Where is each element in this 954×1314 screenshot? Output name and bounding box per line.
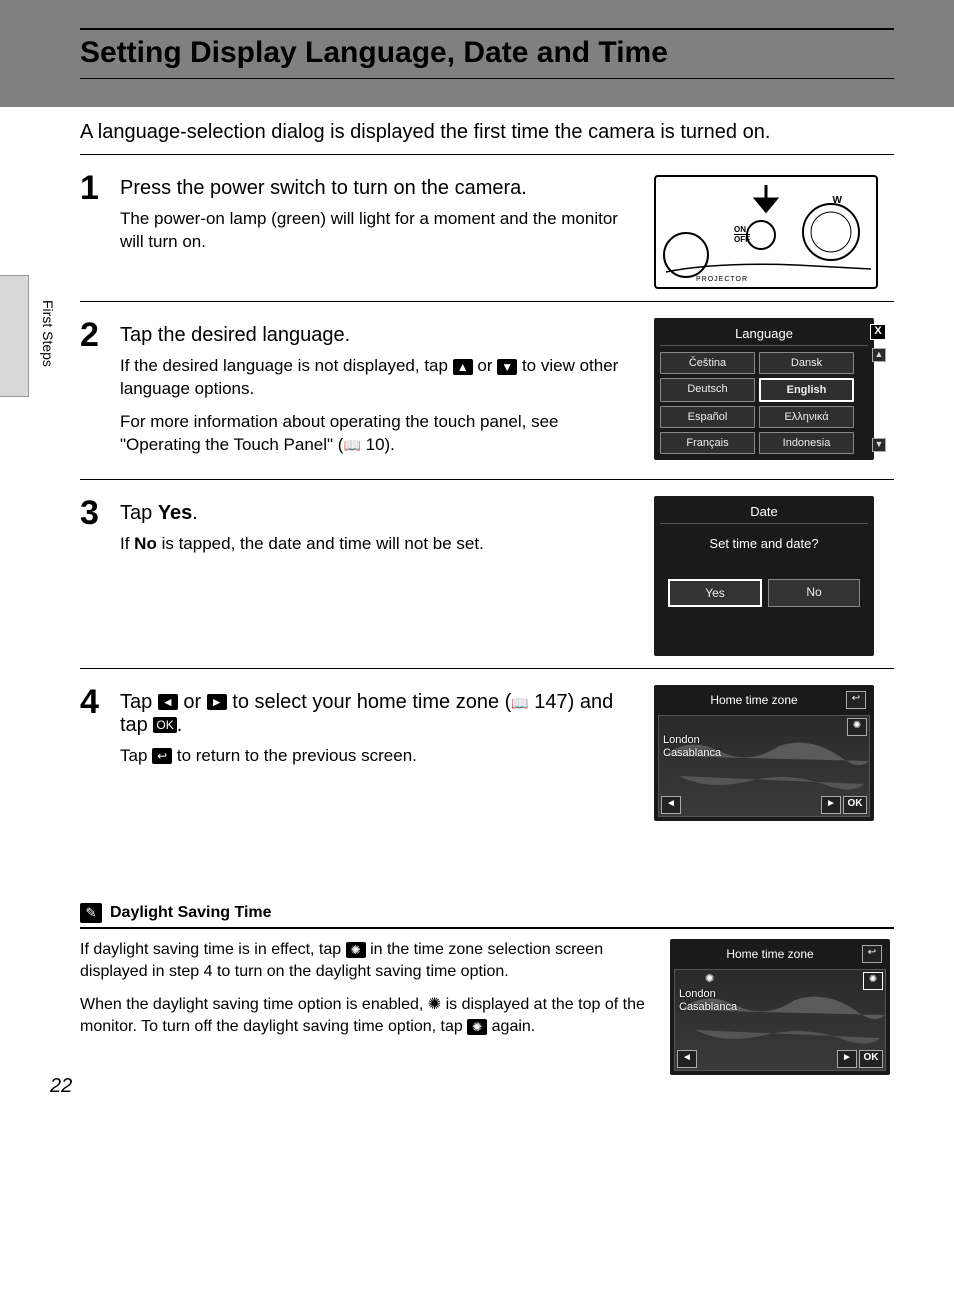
scroll-up-icon[interactable]: ▲ <box>872 348 886 362</box>
city-label: Casablanca <box>679 1001 737 1013</box>
world-map: London Casablanca ✺ ◄ ► OK <box>658 715 870 817</box>
lang-option[interactable]: Deutsch <box>660 378 755 402</box>
step2-text2: For more information about operating the… <box>120 411 642 457</box>
city-label: London <box>663 734 700 746</box>
ok-button[interactable]: OK <box>843 796 867 814</box>
lang-option[interactable]: Español <box>660 406 755 428</box>
intro-text: A language-selection dialog is displayed… <box>80 121 894 144</box>
dst-icon: ✺ <box>467 1019 487 1035</box>
step2-title: Tap the desired language. <box>120 324 642 347</box>
camera-illustration: ON OFF W PROJECTOR <box>654 175 878 289</box>
no-button[interactable]: No <box>768 579 860 607</box>
step4-text: Tap ↩ to return to the previous screen. <box>120 745 642 768</box>
next-zone-icon[interactable]: ► <box>837 1050 857 1068</box>
note-daylight-saving: ✎ Daylight Saving Time If daylight savin… <box>80 903 894 1075</box>
step-number: 3 <box>80 496 120 530</box>
back-icon[interactable]: ↩ <box>846 691 866 709</box>
page-number: 22 <box>50 1075 72 1098</box>
city-label: London <box>679 988 716 1000</box>
right-arrow-icon: ► <box>207 694 227 710</box>
screen-title: Date <box>660 504 868 524</box>
chapter-label: First Steps <box>40 300 56 367</box>
prev-zone-icon[interactable]: ◄ <box>677 1050 697 1068</box>
lang-option[interactable]: Indonesia <box>759 432 854 454</box>
left-arrow-icon: ◄ <box>158 694 178 710</box>
projector-label: PROJECTOR <box>696 276 748 283</box>
yes-button[interactable]: Yes <box>668 579 762 607</box>
book-icon <box>343 435 360 454</box>
step-1: 1 Press the power switch to turn on the … <box>80 155 894 302</box>
dst-indicator-icon: ✺ <box>705 972 714 985</box>
screen-title: Home time zone <box>662 693 846 707</box>
close-icon[interactable]: X <box>870 324 886 340</box>
note-title: Daylight Saving Time <box>110 904 272 922</box>
screen-title: Language <box>660 326 868 346</box>
city-label: Casablanca <box>663 747 721 759</box>
step3-title: Tap Yes. <box>120 502 642 525</box>
lang-option[interactable]: Dansk <box>759 352 854 374</box>
date-screen: Date Set time and date? Yes No <box>654 496 874 656</box>
lang-option-selected[interactable]: English <box>759 378 854 402</box>
step-number: 1 <box>80 171 120 205</box>
world-map: ✺ London Casablanca ✺ ◄ ► OK <box>674 969 886 1071</box>
dst-icon[interactable]: ✺ <box>847 718 867 736</box>
step-number: 4 <box>80 685 120 719</box>
next-zone-icon[interactable]: ► <box>821 796 841 814</box>
date-prompt: Set time and date? <box>660 536 868 551</box>
step3-text: If No is tapped, the date and time will … <box>120 533 642 556</box>
step-number: 2 <box>80 318 120 352</box>
ok-icon: OK <box>153 717 176 733</box>
step-2: 2 Tap the desired language. If the desir… <box>80 302 894 480</box>
on-label: ON <box>734 225 746 234</box>
step2-text1: If the desired language is not displayed… <box>120 355 642 401</box>
screen-title: Home time zone <box>678 947 862 961</box>
language-screen: X ▲ ▼ Language Čeština Dansk Deutsch Eng… <box>654 318 874 460</box>
w-label: W <box>833 195 842 206</box>
book-icon <box>511 691 528 713</box>
scroll-down-icon[interactable]: ▼ <box>872 438 886 452</box>
ok-button[interactable]: OK <box>859 1050 883 1068</box>
up-arrow-icon: ▲ <box>453 359 473 375</box>
lang-option[interactable]: Ελληνικά <box>759 406 854 428</box>
step1-text: The power-on lamp (green) will light for… <box>120 208 642 254</box>
lang-option[interactable]: Čeština <box>660 352 755 374</box>
back-icon: ↩ <box>152 748 172 764</box>
lang-option[interactable]: Français <box>660 432 755 454</box>
dst-icon[interactable]: ✺ <box>863 972 883 990</box>
back-icon[interactable]: ↩ <box>862 945 882 963</box>
step-3: 3 Tap Yes. If No is tapped, the date and… <box>80 480 894 669</box>
page-title: Setting Display Language, Date and Time <box>80 36 894 70</box>
note-p1: If daylight saving time is in effect, ta… <box>80 939 654 984</box>
note-icon: ✎ <box>80 903 102 923</box>
step4-title: Tap ◄ or ► to select your home time zone… <box>120 691 642 737</box>
dst-icon: ✺ <box>346 942 366 958</box>
note-p2: When the daylight saving time option is … <box>80 994 654 1039</box>
timezone-screen: Home time zone ↩ London Casablanca ✺ ◄ ►… <box>654 685 874 821</box>
timezone-screen-dst: Home time zone ↩ ✺ London Casablanca ✺ ◄… <box>670 939 890 1075</box>
step-4: 4 Tap ◄ or ► to select your home time zo… <box>80 669 894 833</box>
step1-title: Press the power switch to turn on the ca… <box>120 177 642 200</box>
chapter-tab <box>0 275 29 397</box>
prev-zone-icon[interactable]: ◄ <box>661 796 681 814</box>
down-arrow-icon: ▼ <box>497 359 517 375</box>
off-label: OFF <box>734 235 750 244</box>
dst-indicator-icon: ✺ <box>428 996 441 1013</box>
